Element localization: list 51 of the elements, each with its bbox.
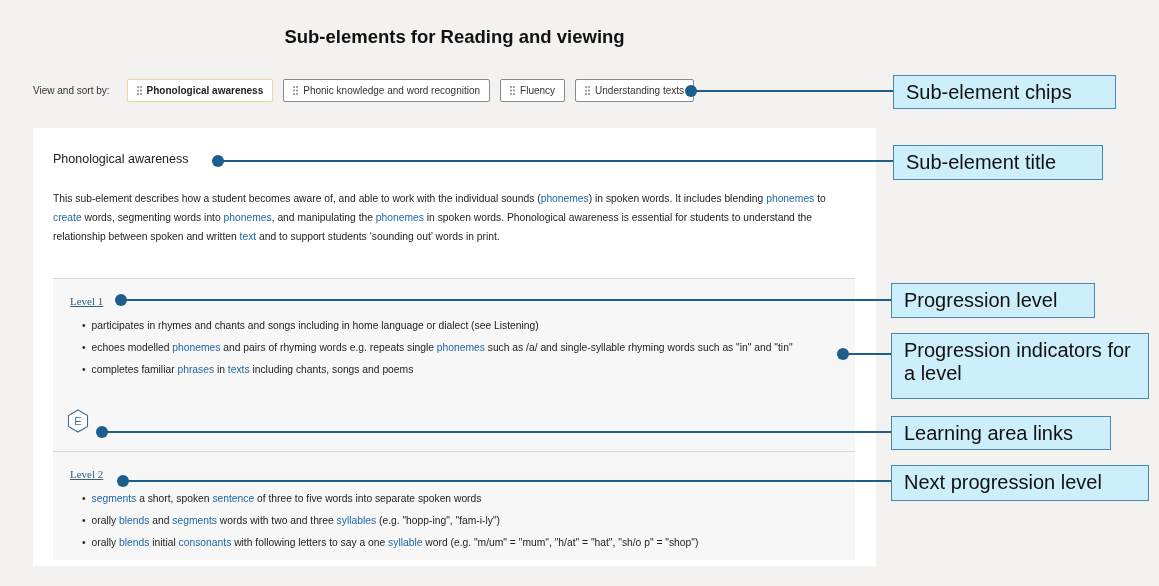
callout-label: Sub-element chips bbox=[893, 75, 1116, 109]
progression-indicator: segments a short, spoken sentence of three to five words into separate spoken words bbox=[91, 492, 482, 506]
callout-label: Progression indicators for a level bbox=[891, 333, 1149, 399]
bullet-icon: • bbox=[82, 510, 86, 532]
level-link[interactable]: Level 2 bbox=[70, 468, 104, 480]
glossary-link[interactable]: blends bbox=[119, 537, 150, 548]
progression-indicator: completes familiar phrases in texts including chants, songs and poems bbox=[91, 363, 414, 377]
drag-handle-icon bbox=[585, 86, 591, 95]
bullet-icon: • bbox=[82, 359, 86, 381]
page-title: Sub-elements for Reading and viewing bbox=[283, 25, 626, 49]
glossary-link[interactable]: phonemes bbox=[375, 212, 424, 223]
glossary-link[interactable]: create bbox=[53, 212, 82, 223]
glossary-link[interactable]: sentence bbox=[212, 493, 255, 504]
drag-handle-icon bbox=[510, 86, 516, 95]
glossary-link[interactable]: phonemes bbox=[223, 212, 272, 223]
callout-label: Sub-element title bbox=[893, 145, 1103, 180]
glossary-link[interactable]: segments bbox=[91, 493, 137, 504]
drag-handle-icon bbox=[293, 86, 299, 95]
glossary-link[interactable]: blends bbox=[119, 515, 150, 526]
sort-label: View and sort by: bbox=[33, 85, 110, 96]
glossary-link[interactable]: phrases bbox=[177, 364, 215, 375]
bullet-icon: • bbox=[82, 315, 86, 337]
glossary-link[interactable]: consonants bbox=[178, 537, 232, 548]
leader-line bbox=[837, 348, 892, 360]
drag-handle-icon bbox=[136, 86, 142, 95]
glossary-link[interactable]: segments bbox=[172, 515, 217, 526]
sub-element-chip[interactable]: Phonic knowledge and word recognition bbox=[283, 79, 491, 102]
callout-label: Progression level bbox=[891, 283, 1095, 318]
callout-label: Learning area links bbox=[891, 416, 1111, 450]
level-link[interactable]: Level 1 bbox=[70, 295, 104, 307]
callout-label: Next progression level bbox=[891, 465, 1149, 501]
progression-indicator: participates in rhymes and chants and songs including in home language or dialect (see Listening) bbox=[91, 319, 539, 333]
sub-element-chip[interactable]: Fluency bbox=[500, 79, 566, 102]
progression-indicator: orally blends initial consonants with following letters to say a one syllable word (e.g. "m/um" = "mum", "h/at" = "hat", "sh/o p" = "shop") bbox=[91, 536, 699, 550]
learning-area-link[interactable]: E bbox=[67, 409, 89, 433]
glossary-link[interactable]: syllables bbox=[336, 515, 377, 526]
sub-element-chip[interactable]: Understanding texts bbox=[575, 79, 694, 102]
sub-element-title: Phonological awareness bbox=[53, 152, 189, 166]
glossary-link[interactable]: syllable bbox=[388, 537, 423, 548]
glossary-link[interactable]: texts bbox=[227, 364, 250, 375]
glossary-link[interactable]: phonemes bbox=[172, 342, 221, 353]
bullet-icon: • bbox=[82, 532, 86, 554]
bullet-icon: • bbox=[82, 337, 86, 359]
progression-indicator: orally blends and segments words with two and three syllables (e.g. "hopp-ing", "fam-i-ly") bbox=[91, 514, 501, 528]
progression-indicator: echoes modelled phonemes and pairs of rhyming words e.g. repeats single phonemes such as /a/ and single-syllable rhyming words such as "in" and "tin" bbox=[91, 341, 793, 355]
glossary-link[interactable]: text bbox=[239, 231, 257, 242]
sub-element-chip[interactable]: Phonological awareness bbox=[126, 79, 274, 102]
sub-element-description: This sub-element describes how a student becomes aware of, and able to work with the individual sounds (phonemes) in spoken words. It includes blending phonemes to create words, segmenting words into phonemes, and manipulating the phonemes in spoken words. Phonological awareness is essential for students to understand the relationship between spoken and written text and to support students ‘sounding out’ words in print. bbox=[53, 192, 827, 244]
glossary-link[interactable]: phonemes bbox=[766, 193, 815, 204]
bullet-icon: • bbox=[82, 488, 86, 510]
glossary-link[interactable]: phonemes bbox=[436, 342, 485, 353]
